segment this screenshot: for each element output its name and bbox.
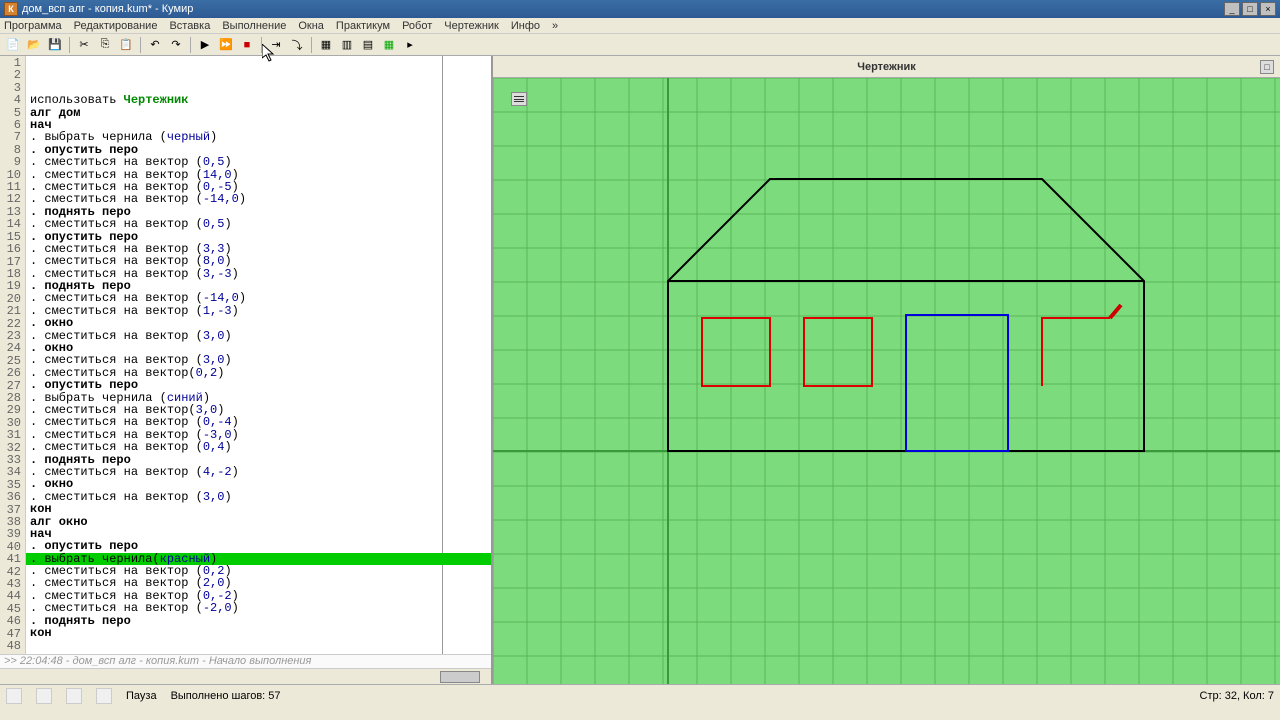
- menu-item[interactable]: Выполнение: [222, 20, 286, 32]
- cursor-position: Стр: 32, Кол: 7: [1200, 690, 1275, 702]
- run-fast-icon[interactable]: ⏩: [217, 36, 235, 54]
- save-icon[interactable]: 💾: [46, 36, 64, 54]
- toolbar: 📄 📂 💾 ✂ ⎘ 📋 ↶ ↷ ▶ ⏩ ■ ⇥ ⤵ ▦ ▥ ▤ ▦ ▸: [0, 34, 1280, 56]
- drawing-canvas[interactable]: [493, 78, 1280, 684]
- menu-item[interactable]: Окна: [298, 20, 324, 32]
- menu-item[interactable]: »: [552, 20, 558, 32]
- window-title: дом_всп алг - копия.kum* - Кумир: [22, 3, 193, 15]
- menu-item[interactable]: Программа: [4, 20, 62, 32]
- menu-item[interactable]: Инфо: [511, 20, 540, 32]
- status-icon[interactable]: [66, 688, 82, 704]
- menu-item[interactable]: Практикум: [336, 20, 390, 32]
- log-output: >> 22:04:48 - дом_всп алг - копия.kum - …: [0, 654, 491, 668]
- status-icon[interactable]: [6, 688, 22, 704]
- drawer-titlebar: Чертежник □: [493, 56, 1280, 78]
- menu-item[interactable]: Робот: [402, 20, 432, 32]
- drawer-pane: Чертежник □: [493, 56, 1280, 684]
- tool-icon[interactable]: ▦: [317, 36, 335, 54]
- horizontal-scrollbar[interactable]: [0, 668, 491, 684]
- editor-pane: 1234567891011121314151617181920212223242…: [0, 56, 493, 684]
- more-icon[interactable]: ▸: [401, 36, 419, 54]
- run-state: Пауза: [126, 690, 157, 702]
- run-icon[interactable]: ▶: [196, 36, 214, 54]
- statusbar: Пауза Выполнено шагов: 57 Стр: 32, Кол: …: [0, 684, 1280, 706]
- stop-icon[interactable]: ■: [238, 36, 256, 54]
- new-file-icon[interactable]: 📄: [4, 36, 22, 54]
- step-count: Выполнено шагов: 57: [171, 690, 281, 702]
- menu-item[interactable]: Редактирование: [74, 20, 158, 32]
- grid-icon[interactable]: ▦: [380, 36, 398, 54]
- canvas-menu-button[interactable]: [511, 92, 527, 106]
- paste-icon[interactable]: 📋: [117, 36, 135, 54]
- open-file-icon[interactable]: 📂: [25, 36, 43, 54]
- tool-icon[interactable]: ▥: [338, 36, 356, 54]
- maximize-button[interactable]: □: [1242, 2, 1258, 16]
- code-editor[interactable]: 1234567891011121314151617181920212223242…: [0, 56, 491, 654]
- step-icon[interactable]: ⇥: [267, 36, 285, 54]
- menu-item[interactable]: Чертежник: [444, 20, 499, 32]
- status-icon[interactable]: [36, 688, 52, 704]
- minimize-button[interactable]: _: [1224, 2, 1240, 16]
- step-over-icon[interactable]: ⤵: [288, 36, 306, 54]
- copy-icon[interactable]: ⎘: [96, 36, 114, 54]
- undo-icon[interactable]: ↶: [146, 36, 164, 54]
- menu-item[interactable]: Вставка: [169, 20, 210, 32]
- window-titlebar: К дом_всп алг - копия.kum* - Кумир _ □ ×: [0, 0, 1280, 18]
- cut-icon[interactable]: ✂: [75, 36, 93, 54]
- tool-icon[interactable]: ▤: [359, 36, 377, 54]
- app-icon: К: [4, 2, 18, 16]
- menubar: Программа Редактирование Вставка Выполне…: [0, 18, 1280, 34]
- close-button[interactable]: ×: [1260, 2, 1276, 16]
- redo-icon[interactable]: ↷: [167, 36, 185, 54]
- status-icon[interactable]: [96, 688, 112, 704]
- maximize-drawer-button[interactable]: □: [1260, 60, 1274, 74]
